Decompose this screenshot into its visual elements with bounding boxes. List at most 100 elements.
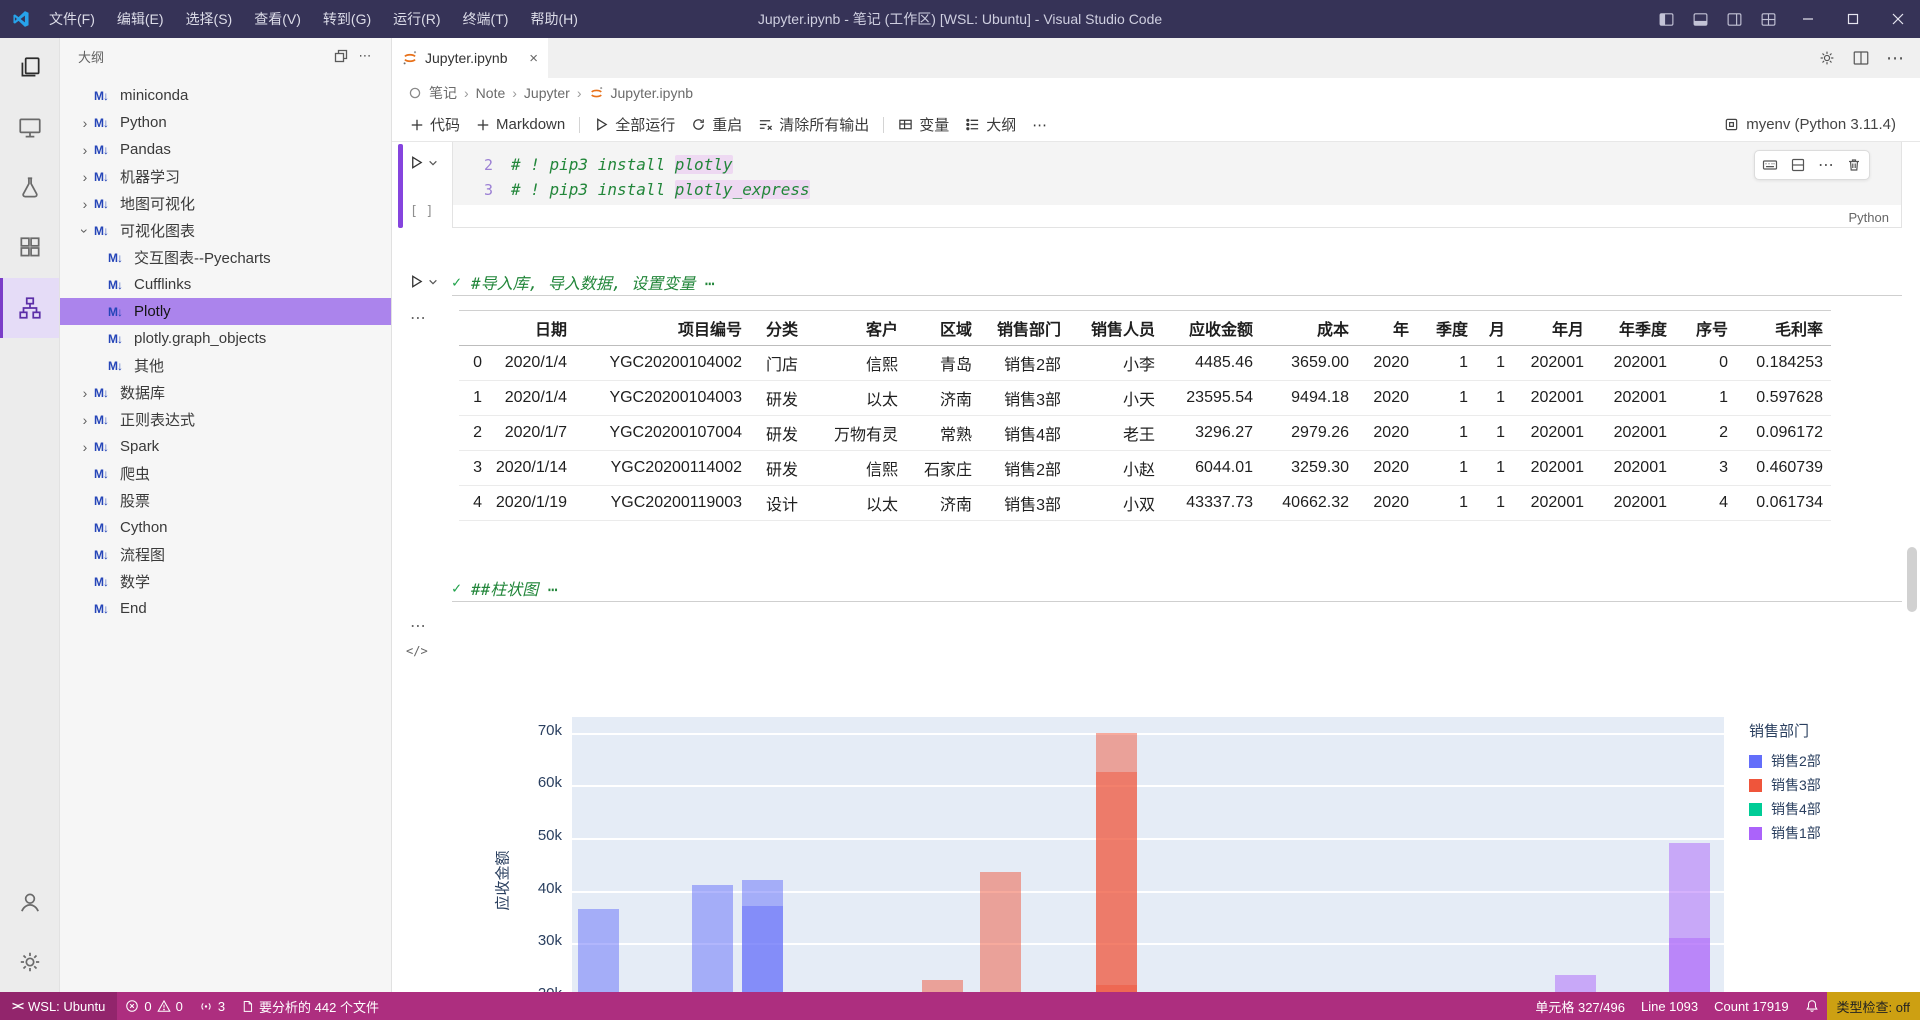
breadcrumb-item[interactable]: Jupyter.ipynb	[611, 85, 694, 101]
add-code-cell-button[interactable]: 代码	[402, 111, 468, 138]
outline-item[interactable]: M↓ 股票	[60, 487, 391, 514]
toggle-panel-icon[interactable]	[1683, 0, 1717, 38]
minimize-button[interactable]	[1785, 0, 1830, 38]
clear-all-outputs-button[interactable]: 清除所有输出	[750, 111, 877, 138]
scrollbar-thumb[interactable]	[1907, 547, 1917, 612]
chevron-down-icon[interactable]: ›	[77, 222, 93, 240]
editor-settings-gear-icon[interactable]	[1818, 49, 1836, 67]
chart-legend: 销售部门 销售2部 销售3部 销售4部 销售1部	[1749, 720, 1821, 845]
jupyter-notebook-view-icon[interactable]	[0, 278, 59, 338]
titlebar: 文件(F) 编辑(E) 选择(S) 查看(V) 转到(G) 运行(R) 终端(T) 帮助(H)…	[0, 0, 1920, 38]
toggle-sidebar-icon[interactable]	[1649, 0, 1683, 38]
outline-button[interactable]: 大纲	[957, 111, 1024, 138]
outline-item[interactable]: M↓ Plotly	[60, 298, 391, 325]
remote-explorer-icon[interactable]	[0, 98, 59, 158]
chevron-right-icon[interactable]: ›	[76, 385, 94, 401]
chart-gridline	[572, 837, 1724, 840]
variables-button[interactable]: 变量	[890, 111, 957, 138]
outline-item[interactable]: M↓ miniconda	[60, 82, 391, 109]
chart-bar	[578, 909, 619, 992]
legend-label: 销售1部	[1771, 825, 1821, 841]
outline-item[interactable]: › M↓ Spark	[60, 433, 391, 460]
outline-item[interactable]: › M↓ 数据库	[60, 379, 391, 406]
outline-item[interactable]: M↓ 交互图表--Pyecharts	[60, 244, 391, 271]
outline-item[interactable]: M↓ 数学	[60, 568, 391, 595]
run-all-button[interactable]: 全部运行	[586, 111, 683, 138]
chevron-right-icon[interactable]: ›	[76, 196, 94, 212]
legend-label: 销售2部	[1771, 753, 1821, 769]
test-flask-icon[interactable]	[0, 158, 59, 218]
count-indicator[interactable]: Count 17919	[1706, 992, 1796, 1020]
menu-item[interactable]: 文件(F)	[38, 0, 106, 38]
outline-item[interactable]: › M↓ 机器学习	[60, 163, 391, 190]
outline-item[interactable]: M↓ plotly.graph_objects	[60, 325, 391, 352]
chevron-right-icon[interactable]: ›	[76, 142, 94, 158]
breadcrumb-item[interactable]: Note	[476, 85, 506, 101]
outline-item[interactable]: M↓ Cython	[60, 514, 391, 541]
legend-item[interactable]: 销售2部	[1749, 749, 1821, 773]
more-actions-icon[interactable]: ⋯	[353, 44, 377, 68]
vscode-logo-icon[interactable]	[12, 10, 30, 28]
outline-item[interactable]: M↓ Cufflinks	[60, 271, 391, 298]
kernel-picker[interactable]: myenv (Python 3.11.4)	[1724, 116, 1910, 133]
menu-item[interactable]: 查看(V)	[243, 0, 312, 38]
menu-item[interactable]: 转到(G)	[312, 0, 382, 38]
error-icon	[126, 1000, 139, 1012]
chevron-right-icon[interactable]: ›	[76, 169, 94, 185]
explorer-icon[interactable]	[0, 38, 59, 98]
split-editor-icon[interactable]	[1852, 49, 1870, 67]
chevron-right-icon[interactable]: ›	[76, 412, 94, 428]
maximize-button[interactable]	[1830, 0, 1875, 38]
analysis-indicator[interactable]: 要分析的 442 个文件	[233, 992, 387, 1020]
menu-item[interactable]: 编辑(E)	[106, 0, 175, 38]
jupyter-file-icon	[589, 86, 604, 101]
open-editors-icon[interactable]	[329, 44, 353, 68]
legend-item[interactable]: 销售1部	[1749, 821, 1821, 845]
chevron-right-icon[interactable]: ›	[76, 115, 94, 131]
menu-item[interactable]: 选择(S)	[175, 0, 244, 38]
outline-item[interactable]: M↓ 流程图	[60, 541, 391, 568]
problems-indicator[interactable]: 0 0	[117, 992, 190, 1020]
chart-bar	[922, 980, 963, 992]
toggle-secondary-sidebar-icon[interactable]	[1717, 0, 1751, 38]
chevron-right-icon[interactable]: ›	[76, 439, 94, 455]
customize-layout-icon[interactable]	[1751, 0, 1785, 38]
line-indicator[interactable]: Line 1093	[1633, 992, 1706, 1020]
accounts-icon[interactable]	[0, 872, 59, 932]
close-button[interactable]	[1875, 0, 1920, 38]
markdown-symbol-icon: M↓	[108, 358, 123, 373]
add-markdown-cell-button[interactable]: Markdown	[468, 113, 573, 136]
more-actions-icon[interactable]: ⋯	[1024, 113, 1055, 137]
menu-item[interactable]: 终端(T)	[452, 0, 520, 38]
legend-item[interactable]: 销售4部	[1749, 797, 1821, 821]
outline-item-label: Cython	[120, 519, 168, 536]
type-check-indicator[interactable]: 类型检查: off	[1826, 992, 1920, 1020]
chevron-right-icon: ›	[512, 85, 517, 101]
menu-item[interactable]: 帮助(H)	[519, 0, 588, 38]
breadcrumb-item[interactable]: 笔记	[429, 83, 457, 103]
outline-item[interactable]: › M↓ Python	[60, 109, 391, 136]
outline-item[interactable]: › M↓ Pandas	[60, 136, 391, 163]
more-actions-icon[interactable]: ⋯	[1886, 48, 1904, 69]
remote-indicator[interactable]: >< WSL: Ubuntu	[0, 992, 118, 1020]
outline-item[interactable]: M↓ End	[60, 595, 391, 622]
legend-item[interactable]: 销售3部	[1749, 773, 1821, 797]
outline-item[interactable]: › M↓ 正则表达式	[60, 406, 391, 433]
cell-position-indicator[interactable]: 单元格 327/496	[1527, 992, 1633, 1020]
symbol-icon	[408, 86, 422, 100]
notebook-editor: 2 # ! pip3 install plotly 3 # ! pip3 insta…	[392, 142, 1920, 992]
outline-item[interactable]: › M↓ 地图可视化	[60, 190, 391, 217]
ports-indicator[interactable]: 3	[191, 992, 233, 1020]
restart-kernel-button[interactable]: 重启	[683, 111, 750, 138]
extensions-icon[interactable]	[0, 218, 59, 278]
tab-close-icon[interactable]: ×	[529, 50, 538, 67]
settings-gear-icon[interactable]	[0, 932, 59, 992]
markdown-symbol-icon: M↓	[108, 304, 123, 319]
notifications-bell-icon[interactable]	[1797, 992, 1827, 1020]
outline-item[interactable]: M↓ 其他	[60, 352, 391, 379]
tab-jupyter-ipynb[interactable]: Jupyter.ipynb ×	[392, 38, 548, 78]
outline-item[interactable]: › M↓ 可视化图表	[60, 217, 391, 244]
menu-item[interactable]: 运行(R)	[382, 0, 451, 38]
breadcrumb-item[interactable]: Jupyter	[524, 85, 570, 101]
outline-item[interactable]: M↓ 爬虫	[60, 460, 391, 487]
